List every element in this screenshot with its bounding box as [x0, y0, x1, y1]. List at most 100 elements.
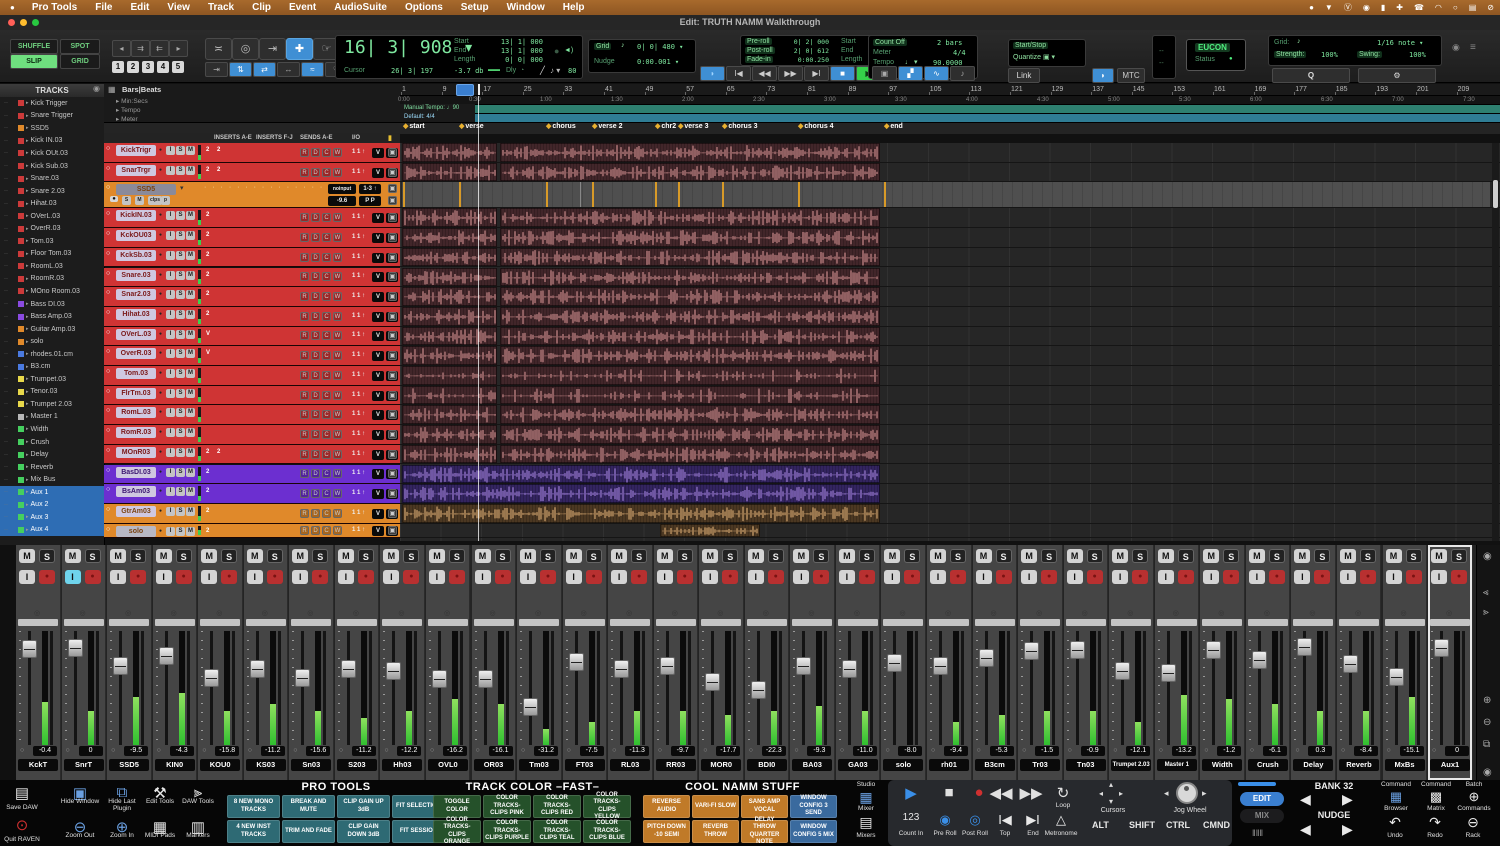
record-arm-button[interactable]: ●	[85, 570, 101, 584]
track-list-name[interactable]: MOno Room.03	[31, 288, 80, 295]
track-name-tag[interactable]: Tom.03	[116, 368, 156, 379]
record-arm-dot[interactable]: ○	[106, 184, 110, 191]
track-color-chip[interactable]	[18, 401, 24, 407]
channel-name[interactable]: Reverb	[1339, 759, 1379, 771]
track-list-name[interactable]: Master 1	[31, 413, 58, 420]
volume-readout[interactable]: -16.2	[443, 746, 467, 756]
input-monitor-button[interactable]: I	[475, 570, 491, 584]
automation-d-button[interactable]: D	[311, 430, 320, 439]
channel-name[interactable]: Tn03	[1066, 759, 1106, 771]
automation-c-button[interactable]: C	[322, 292, 331, 301]
metronome-icon[interactable]: △	[1046, 812, 1076, 828]
raven-button-8-new-mono-tracks[interactable]: 8 NEW MONO TRACKS	[227, 795, 280, 818]
channel-strip-KIN0[interactable]: MSI●◎○-4.3KIN0	[153, 545, 198, 780]
volume-readout[interactable]: 0	[79, 746, 103, 756]
automation-r-button[interactable]: R	[300, 371, 309, 380]
solo-button[interactable]: S	[859, 549, 875, 563]
solo-button[interactable]: S	[85, 549, 101, 563]
track-input-button[interactable]: I	[166, 310, 175, 319]
record-arm-dot[interactable]: ○	[106, 230, 110, 237]
bank-left-icon[interactable]: ◀	[1300, 791, 1311, 808]
audio-clip[interactable]	[402, 327, 497, 346]
automation-r-button[interactable]: R	[300, 312, 309, 321]
channel-strip-OR03[interactable]: MSI●◎○-16.1OR03	[472, 545, 517, 780]
track-solo-button[interactable]: S	[176, 231, 185, 240]
automation-dot[interactable]: ○	[885, 747, 889, 754]
input-monitor-button[interactable]: I	[338, 570, 354, 584]
track-header-GtrAm03[interactable]: ○GtrAm03●ISM2RDCW1 1 ↑VP▣	[104, 504, 400, 524]
automation-dot[interactable]: ○	[1250, 747, 1254, 754]
track-input-button[interactable]: I	[166, 527, 175, 536]
ssd5-output[interactable]: 1-3 ↑	[359, 184, 381, 194]
pre-roll-label[interactable]: Pre-roll	[745, 38, 772, 45]
track-color-chip[interactable]	[18, 263, 24, 269]
audio-clip[interactable]	[500, 248, 880, 267]
track-drag-handle[interactable]: ··	[4, 439, 8, 445]
record-arm-button[interactable]: ●	[130, 570, 146, 584]
menu-help[interactable]: Help	[554, 2, 594, 13]
automation-w-button[interactable]: W	[333, 526, 342, 535]
io-volume-button[interactable]: V	[372, 312, 384, 322]
menu-track[interactable]: Track	[199, 2, 243, 13]
track-expand-button[interactable]: ▣	[388, 331, 397, 340]
grid2-note-icon[interactable]: ♪	[1297, 38, 1301, 45]
audio-clip[interactable]	[402, 208, 497, 227]
automation-dot[interactable]: ○	[1432, 747, 1436, 754]
track-list-item[interactable]: ··▸Bass DI.03	[0, 298, 104, 311]
automation-dot[interactable]: ○	[521, 747, 525, 754]
input-monitor-button[interactable]: I	[110, 570, 126, 584]
channel-name[interactable]: KS03	[246, 759, 286, 771]
channel-name[interactable]: RR03	[656, 759, 696, 771]
automation-c-button[interactable]: C	[322, 526, 331, 535]
cursor-up-icon[interactable]: ▴	[1109, 780, 1113, 789]
modifier-shift[interactable]: SHIFT	[1129, 820, 1155, 830]
solo-button[interactable]: S	[1451, 549, 1467, 563]
automation-c-button[interactable]: C	[322, 430, 331, 439]
track-expand-button[interactable]: ▣	[388, 148, 397, 157]
volume-fader[interactable]	[569, 653, 584, 671]
automation-r-button[interactable]: R	[300, 213, 309, 222]
record-arm-button[interactable]: ●	[1314, 570, 1330, 584]
automation-w-button[interactable]: W	[333, 292, 342, 301]
volume-readout[interactable]: -11.0	[853, 746, 877, 756]
tempo-note-icon[interactable]: ♩ ▾	[905, 58, 917, 66]
track-color-chip[interactable]	[18, 376, 24, 382]
record-arm-dot[interactable]: ○	[106, 309, 110, 316]
pan-strip[interactable]	[200, 619, 240, 626]
inserts-slots[interactable]: V	[206, 350, 213, 356]
pan-knob-icon[interactable]: ◎	[581, 609, 587, 617]
automation-dot[interactable]: ○	[248, 747, 252, 754]
track-solo-button[interactable]: S	[176, 507, 185, 516]
track-list-name[interactable]: RoomR.03	[31, 275, 64, 282]
pan-knob-icon[interactable]: ◎	[991, 609, 997, 617]
track-expand-button[interactable]: ▣	[388, 410, 397, 419]
track-drag-handle[interactable]: ··	[4, 163, 8, 169]
audio-clip[interactable]	[402, 346, 497, 365]
raven-button-break-and-mute[interactable]: BREAK AND MUTE	[282, 795, 335, 818]
audio-clip[interactable]	[402, 504, 880, 523]
volume-fader[interactable]	[68, 639, 83, 657]
track-solo-button[interactable]: S	[176, 369, 185, 378]
pan-strip[interactable]	[1066, 619, 1106, 626]
command-browser-icon[interactable]: ▦	[1376, 789, 1416, 805]
io-volume-button[interactable]: V	[372, 430, 384, 440]
input-monitor-button[interactable]: I	[839, 570, 855, 584]
input-monitor-button[interactable]: I	[292, 570, 308, 584]
automation-d-button[interactable]: D	[311, 489, 320, 498]
track-name-tag[interactable]: SnarTrgr	[116, 165, 156, 176]
pan-strip[interactable]	[838, 619, 878, 626]
track-list-item[interactable]: ··▸MOno Room.03	[0, 285, 104, 298]
track-name-tag[interactable]: BsAm03	[116, 486, 156, 497]
audio-clip[interactable]	[402, 366, 497, 385]
audio-clip[interactable]	[402, 228, 497, 247]
io-input-value[interactable]: 1 1 ↑	[352, 510, 365, 516]
post-roll-label[interactable]: Post-roll	[745, 47, 775, 54]
strength-value[interactable]: 100%	[1321, 51, 1338, 59]
input-monitor-button[interactable]: I	[566, 570, 582, 584]
track-name-tag[interactable]: Hihat.03	[116, 309, 156, 320]
io-input-value[interactable]: 1 1 ↑	[352, 411, 365, 417]
pan-knob-icon[interactable]: ◎	[262, 609, 268, 617]
mute-button[interactable]: M	[566, 549, 582, 563]
pan-strip[interactable]	[519, 619, 559, 626]
track-mute-button[interactable]: M	[186, 290, 195, 299]
